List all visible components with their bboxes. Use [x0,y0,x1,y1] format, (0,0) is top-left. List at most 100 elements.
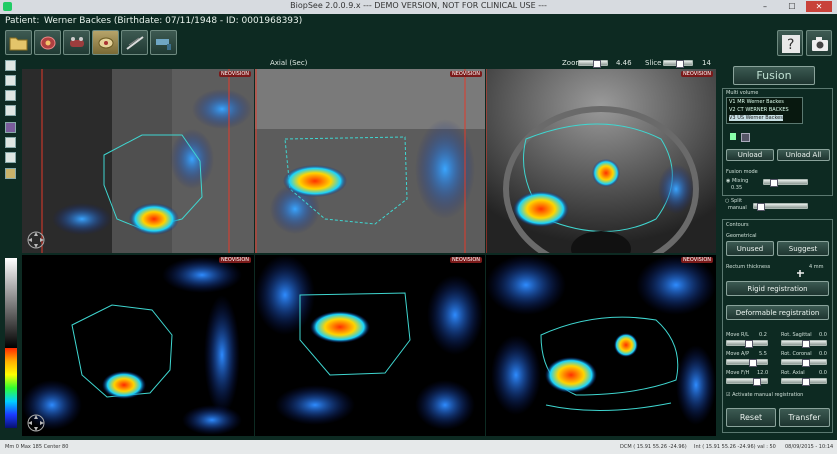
window-title-bar: BiopSee 2.0.0.9.x --- DEMO VERSION, NOT … [0,0,837,14]
activate-manual-registration-checkbox[interactable]: ☑ Activate manual registration [726,392,803,398]
suggest-button[interactable]: Suggest [777,241,829,256]
biopsy-gun-button[interactable] [150,30,177,55]
measure-tool[interactable] [5,137,16,148]
unload-button[interactable]: Unload [726,149,774,161]
navigation-compass-icon[interactable] [27,414,45,432]
windowing-tool[interactable] [5,152,16,163]
volume-item-mr[interactable]: V1 MR Werner Backes [729,99,784,105]
volume-list: V1 MR Werner Backes V2 CT WERNER BACKES … [726,97,803,124]
brand-badge: NEOVISION [450,71,482,77]
status-datetime: 08/09/2015 - 10:14 [785,444,834,450]
window-level-status: Mm 0 Max 185 Center 80 [5,444,69,450]
contour-tool[interactable] [5,122,16,133]
brand-badge: NEOVISION [681,257,713,263]
plane-label: Axial (Sec) [270,59,308,67]
planning-icon [98,37,114,49]
window-title: BiopSee 2.0.0.9.x --- DEMO VERSION, NOT … [290,1,547,10]
viewport-sagittal-fused[interactable]: NEOVISION [22,69,254,253]
needle-button[interactable] [121,30,148,55]
pan-tool[interactable] [5,75,16,86]
viewport-coronal-fused[interactable]: NEOVISION [255,69,485,253]
needle-icon [126,36,144,50]
screenshot-button[interactable] [806,30,832,56]
rot-coronal-value: 0.0 [819,351,827,357]
slice-slider[interactable] [663,60,693,68]
right-panel: Fusion Multi volume V1 MR Werner Backes … [720,62,837,440]
rotate-tool[interactable] [5,90,16,101]
move-fh-value: 12.0 [757,370,769,376]
mixing-radio[interactable]: ◉ Mixing [726,178,748,184]
geometrical-label: Geometrical [726,233,757,239]
dicom-coordinates: DCM ( 15.91 55.26 -24.96) [620,444,687,450]
camera-icon [812,37,828,51]
brand-badge: NEOVISION [681,71,713,77]
patient-label: Patient: [5,16,40,26]
minimize-button[interactable]: – [752,1,778,12]
transfer-button[interactable]: Transfer [779,408,830,427]
fusion-mode-label: Fusion mode [726,169,758,175]
volume-item-us[interactable]: V3 US Werner Backes [729,115,783,121]
close-button[interactable]: ✕ [806,1,832,12]
move-rl-slider[interactable] [726,340,768,348]
unused-button[interactable]: Unused [726,241,774,256]
reset-button[interactable]: Reset [726,408,776,427]
rigid-registration-button[interactable]: Rigid registration [726,281,829,296]
brand-badge: NEOVISION [450,257,482,263]
patient-bar: Patient: Werner Backes (Birthdate: 07/11… [0,14,837,28]
move-fh-slider[interactable] [726,378,768,386]
status-bar: Mm 0 Max 185 Center 80 DCM ( 15.91 55.26… [0,440,837,454]
select-tool[interactable] [5,60,16,71]
annotation-tool[interactable] [5,168,16,179]
colormap-colorbar [5,348,17,428]
zoom-slider[interactable] [578,60,608,68]
probe-tracking-button[interactable] [63,30,90,55]
fusion-tab-button[interactable]: Fusion [733,66,815,85]
rot-axial-value: 0.0 [819,370,827,376]
viewport-sagittal-overlay[interactable]: NEOVISION [22,255,254,436]
maximize-button[interactable]: ☐ [779,1,805,12]
volume-item-ct[interactable]: V2 CT WERNER BACKES [729,107,789,113]
organ-icon [40,36,56,50]
rectum-thickness-label: Rectum thickness [726,264,771,270]
move-ap-slider[interactable] [726,359,768,367]
viewport-axial-fused[interactable]: NEOVISION [486,69,716,253]
move-rl-value: 0.2 [759,332,767,338]
organ-segmentation-button[interactable] [34,30,61,55]
multi-volume-label: Multi volume [726,90,759,96]
zoom-value: 4.46 [616,59,632,67]
zoom-tool[interactable] [5,105,16,116]
rot-axial-label: Rot. Axial [781,370,805,376]
grayscale-colorbar [5,258,17,348]
rot-sagittal-value: 0.0 [819,332,827,338]
rectum-stepper[interactable] [797,262,804,277]
slice-value: 14 [702,59,711,67]
split-radio[interactable]: ○ Split [725,198,742,204]
open-folder-button[interactable] [5,30,32,55]
help-icon: ? [782,35,800,53]
split-slider[interactable] [753,203,808,211]
deformable-registration-button[interactable]: Deformable registration [726,305,829,320]
contours-label: Contours [726,222,749,228]
rot-axial-slider[interactable] [781,378,827,386]
move-fh-label: Move F/H [726,370,750,376]
mixing-value: 0.35 [731,185,743,191]
unload-all-button[interactable]: Unload All [777,149,830,161]
brand-badge: NEOVISION [219,71,251,77]
folder-icon [9,37,28,51]
slice-label: Slice [645,59,662,67]
probe-icon [70,37,84,47]
volume-settings-icon[interactable] [741,133,750,142]
mixing-slider[interactable] [763,179,808,187]
move-rl-label: Move R/L [726,332,749,338]
rot-sagittal-slider[interactable] [781,340,827,348]
rot-coronal-slider[interactable] [781,359,827,367]
contours-section: Contours Geometrical Unused Suggest Rect… [722,219,833,433]
viewport-coronal-overlay[interactable]: NEOVISION [255,255,485,436]
planning-button[interactable] [92,30,119,55]
patient-info: Werner Backes (Birthdate: 07/11/1948 - I… [44,16,303,26]
multi-volume-section: Multi volume V1 MR Werner Backes V2 CT W… [722,88,833,196]
interpolated-coordinates: Int ( 15.91 55.26 -24.96) val : 50 [694,444,776,450]
viewport-axial-overlay[interactable]: NEOVISION [486,255,716,436]
help-button[interactable]: ? [777,30,803,56]
navigation-compass-icon[interactable] [27,231,45,249]
